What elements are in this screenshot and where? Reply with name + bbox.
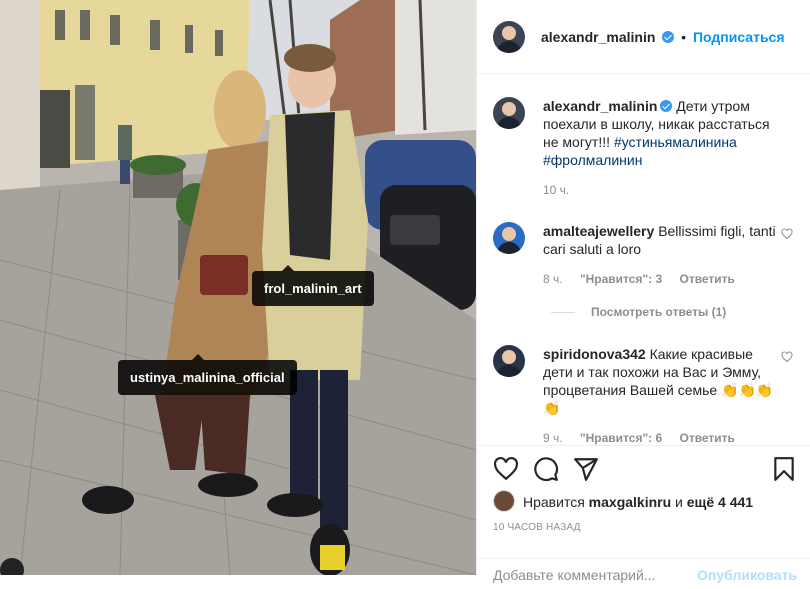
liked-by-and: и <box>671 494 687 510</box>
comment-text: amalteajewellery Bellissimi figli, tanti… <box>543 222 783 258</box>
verified-icon <box>660 100 673 112</box>
comment-meta: 9 ч. "Нравится": 6 Ответить <box>543 431 749 445</box>
comment-username[interactable]: spiridonova342 <box>543 346 646 362</box>
liker-avatar[interactable] <box>493 490 515 512</box>
liked-by-user[interactable]: maxgalkinru <box>589 494 671 510</box>
post-side-panel: alexandr_malinin • Подписаться alexandr_… <box>476 0 810 583</box>
comment-input[interactable]: Добавьте комментарий... <box>493 567 655 583</box>
hashtag-frol[interactable]: #фролмалинин <box>543 152 642 168</box>
post-photo[interactable]: frol_malinin_art ustinya_malinina_offici… <box>0 0 476 575</box>
comment-item: spiridonova342 Какие красивые дети и так… <box>493 345 793 445</box>
heart-icon[interactable] <box>493 456 519 482</box>
author-avatar[interactable] <box>493 21 525 53</box>
comment-time: 8 ч. <box>543 272 563 286</box>
liked-by: Нравится maxgalkinru и ещё 4 441 <box>493 490 753 512</box>
comment-likes[interactable]: "Нравится": 3 <box>580 272 662 286</box>
photo-tag-ustinya[interactable]: ustinya_malinina_official <box>118 354 297 395</box>
liked-by-prefix: Нравится <box>523 494 589 510</box>
add-comment-bar: Добавьте комментарий... Опубликовать <box>477 558 810 589</box>
comment-icon[interactable] <box>533 456 559 482</box>
share-icon[interactable] <box>573 456 599 482</box>
hashtag-ustinya[interactable]: #устиньямалинина <box>614 134 737 150</box>
comment-text: spiridonova342 Какие красивые дети и так… <box>543 345 783 417</box>
verified-icon <box>662 31 675 43</box>
author-username[interactable]: alexandr_malinin <box>541 29 655 45</box>
reply-button[interactable]: Ответить <box>679 431 734 445</box>
view-replies-button[interactable]: Посмотреть ответы (1) <box>551 305 726 319</box>
follow-button[interactable]: Подписаться <box>693 29 785 45</box>
caption-username[interactable]: alexandr_malinin <box>543 98 657 114</box>
post-timestamp: 10 ЧАСОВ НАЗАД <box>493 522 581 533</box>
comment-avatar[interactable] <box>493 222 525 254</box>
caption-time: 10 ч. <box>543 183 570 197</box>
comment-meta: 8 ч. "Нравится": 3 Ответить <box>543 272 749 286</box>
bookmark-icon[interactable] <box>771 456 797 482</box>
likes-count[interactable]: ещё 4 441 <box>687 494 753 510</box>
comment-item: amalteajewellery Bellissimi figli, tanti… <box>493 222 793 342</box>
reply-button[interactable]: Ответить <box>679 272 734 286</box>
caption-avatar[interactable] <box>493 97 525 129</box>
street-photo <box>0 0 476 575</box>
comment-like-icon[interactable] <box>781 351 793 363</box>
caption-text: alexandr_malinin Дети утром поехали в шк… <box>543 97 783 169</box>
comments-list[interactable]: alexandr_malinin Дети утром поехали в шк… <box>477 74 810 445</box>
header-dot: • <box>681 29 687 45</box>
comment-like-icon[interactable] <box>781 228 793 240</box>
comment-avatar[interactable] <box>493 345 525 377</box>
publish-button[interactable]: Опубликовать <box>697 567 797 583</box>
post-header: alexandr_malinin • Подписаться <box>477 0 810 74</box>
caption: alexandr_malinin Дети утром поехали в шк… <box>493 97 793 197</box>
photo-tag-frol[interactable]: frol_malinin_art <box>252 265 374 306</box>
header-author-line: alexandr_malinin • Подписаться <box>541 29 785 45</box>
instagram-post: frol_malinin_art ustinya_malinina_offici… <box>0 0 810 583</box>
post-actions: Нравится maxgalkinru и ещё 4 441 10 ЧАСО… <box>477 445 810 583</box>
comment-time: 9 ч. <box>543 431 563 445</box>
comment-username[interactable]: amalteajewellery <box>543 223 654 239</box>
comment-likes[interactable]: "Нравится": 6 <box>580 431 662 445</box>
